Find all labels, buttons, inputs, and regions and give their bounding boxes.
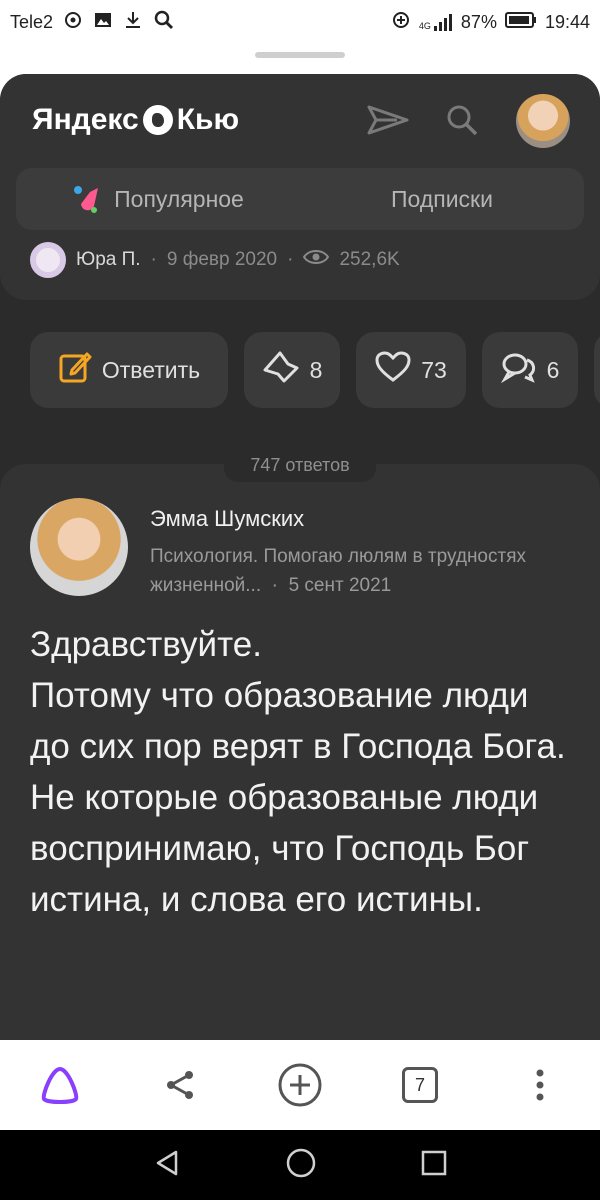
battery-percent: 87% xyxy=(460,11,497,32)
heart-icon xyxy=(375,351,411,389)
comment-icon xyxy=(500,351,537,389)
separator-dot: · xyxy=(150,249,157,270)
home-icon[interactable] xyxy=(285,1147,317,1184)
tab-popular-label: Популярное xyxy=(114,185,244,212)
answer-paragraph: Не которые образованые люди воспринимаю,… xyxy=(30,778,539,919)
popular-icon xyxy=(72,184,102,214)
search-icon[interactable] xyxy=(440,98,484,142)
upvote-button[interactable]: 8 xyxy=(244,332,340,408)
send-icon[interactable] xyxy=(366,98,410,142)
carrier-label: Tele2 xyxy=(10,11,54,32)
answers-count: 747 ответов xyxy=(224,448,376,482)
hotspot-icon xyxy=(63,10,83,35)
recents-icon[interactable] xyxy=(420,1149,448,1182)
question-author-avatar[interactable] xyxy=(30,242,66,278)
network-type: 4G xyxy=(418,21,431,31)
search-status-icon xyxy=(153,9,175,36)
gallery-icon xyxy=(93,10,113,35)
like-button[interactable]: 73 xyxy=(356,332,466,408)
status-bar: Tele2 4G 87% 19:44 xyxy=(0,0,600,44)
answer-author-name[interactable]: Эмма Шумских xyxy=(150,506,304,532)
add-icon[interactable] xyxy=(270,1055,330,1115)
more-icon[interactable] xyxy=(510,1055,570,1115)
answer-paragraph: Здравствуйте. xyxy=(30,625,262,664)
more-actions-button[interactable] xyxy=(594,332,600,408)
yandex-q-logo[interactable]: Яндекс Кью xyxy=(32,100,239,140)
separator-dot: · xyxy=(287,249,294,270)
question-actions: Ответить 8 73 6 xyxy=(30,332,600,408)
tabs-icon[interactable]: 7 xyxy=(390,1055,450,1115)
answer-paragraph: Потому что образование люди до сих пор в… xyxy=(30,676,566,766)
question-date: 9 февр 2020 xyxy=(166,249,278,270)
upvote-icon xyxy=(262,350,300,390)
share-icon[interactable] xyxy=(150,1055,210,1115)
tab-subscriptions-label: Подписки xyxy=(391,185,493,212)
back-icon[interactable] xyxy=(152,1148,182,1183)
browser-sheet: Яндекс Кью Популярное Подписки Юра П. · … xyxy=(0,44,600,1040)
data-saver-icon xyxy=(391,10,411,35)
system-nav-bar xyxy=(0,1130,600,1200)
sheet-drag-handle[interactable] xyxy=(255,52,345,58)
views-count: 252,6K xyxy=(339,249,400,270)
battery-icon xyxy=(504,11,537,34)
question-author[interactable]: Юра П. xyxy=(76,249,141,271)
user-avatar[interactable] xyxy=(516,94,570,148)
comments-button[interactable]: 6 xyxy=(482,332,578,408)
yandex-q-page: Яндекс Кью Популярное Подписки Юра П. · … xyxy=(0,74,600,1040)
question-meta: Юра П. · 9 февр 2020 · 252,6K xyxy=(30,242,400,278)
browser-bottom-bar: 7 xyxy=(0,1040,600,1130)
separator-dot: · xyxy=(266,575,284,596)
tab-count: 7 xyxy=(402,1067,438,1103)
comment-count: 6 xyxy=(546,356,560,383)
eye-icon xyxy=(303,248,330,272)
reply-label: Ответить xyxy=(101,356,201,383)
clock: 19:44 xyxy=(544,11,590,32)
answer-body: Здравствуйте. Потому что образование люд… xyxy=(30,619,575,925)
download-icon xyxy=(123,10,143,35)
answer-date: 5 сент 2021 xyxy=(288,575,392,596)
feed-tabs: Популярное Подписки xyxy=(16,168,584,230)
reply-button[interactable]: Ответить xyxy=(30,332,228,408)
tab-subscriptions[interactable]: Подписки xyxy=(300,168,584,230)
edit-icon xyxy=(58,350,92,390)
tab-popular[interactable]: Популярное xyxy=(16,168,300,230)
answer-author-avatar[interactable] xyxy=(30,498,128,596)
header-card: Яндекс Кью Популярное Подписки Юра П. · … xyxy=(0,74,600,300)
upvote-count: 8 xyxy=(309,356,323,383)
like-count: 73 xyxy=(421,356,447,383)
alice-icon[interactable] xyxy=(30,1055,90,1115)
signal-icon: 4G xyxy=(419,13,453,31)
logo-mark-icon xyxy=(142,105,173,135)
answer-author-info: Психология. Помогаю люлям в трудностях ж… xyxy=(150,542,570,600)
